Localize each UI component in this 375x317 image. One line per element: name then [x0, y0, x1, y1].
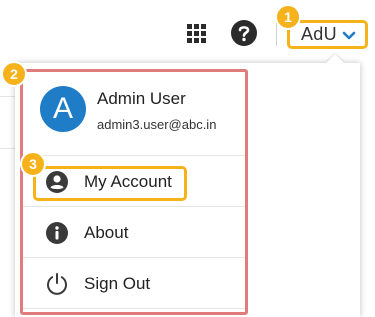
user-menu-button[interactable]: AdU [287, 20, 368, 49]
menu-item-my-account[interactable]: My Account [23, 157, 245, 207]
chevron-down-icon [342, 31, 356, 40]
info-icon [46, 222, 68, 244]
profile-card: A Admin User admin3.user@abc.in [23, 72, 245, 156]
avatar: A [40, 86, 86, 132]
toolbar-divider [276, 22, 277, 46]
background-divider [0, 96, 16, 97]
profile-name: Admin User [97, 89, 186, 108]
step-badge-3: 3 [20, 151, 46, 177]
background-divider [0, 148, 16, 149]
profile-email: admin3.user@abc.in [97, 117, 217, 132]
menu-item-about[interactable]: About [23, 208, 245, 258]
dropdown-caret [326, 54, 344, 63]
menu-item-label: About [84, 223, 129, 242]
step-badge-1: 1 [275, 4, 301, 30]
step-badge-2: 2 [1, 61, 27, 87]
menu-item-sign-out[interactable]: Sign Out [23, 259, 245, 309]
help-icon[interactable] [231, 20, 257, 46]
power-icon [47, 273, 67, 295]
page: AdU A Admin User admin3.user@abc.in My A… [0, 0, 375, 317]
menu-item-label: My Account [84, 172, 172, 191]
user-initials: AdU [301, 24, 337, 44]
top-bar: AdU [0, 0, 375, 65]
apps-grid-icon[interactable] [187, 24, 206, 43]
account-circle-icon [46, 171, 68, 193]
menu-item-label: Sign Out [84, 274, 151, 293]
